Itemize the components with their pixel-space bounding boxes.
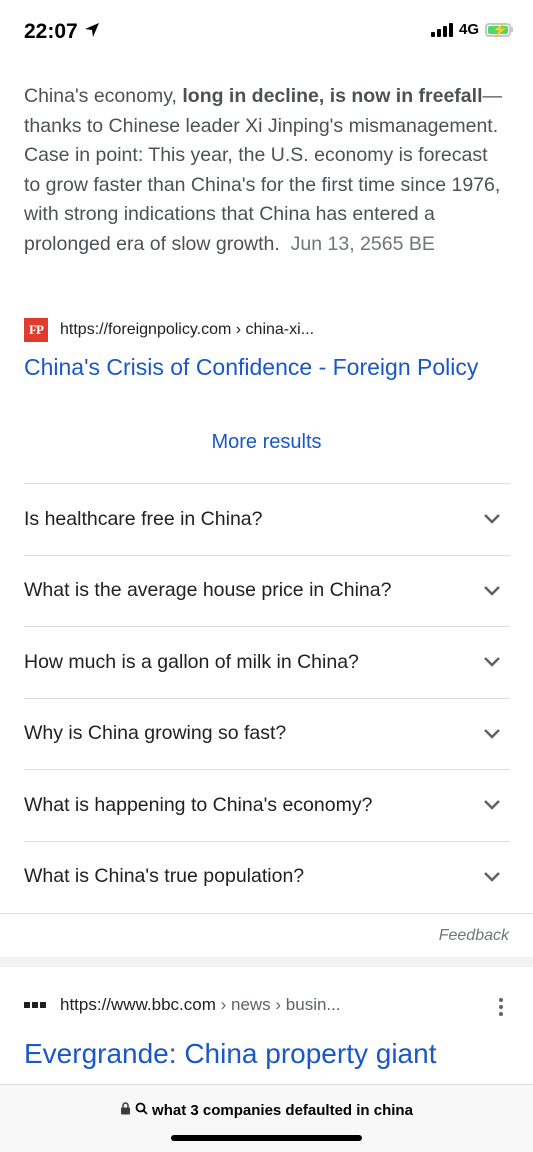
status-time: 22:07 (24, 20, 100, 44)
bbc-favicon (24, 1002, 46, 1008)
result-title-link[interactable]: China's Crisis of Confidence - Foreign P… (24, 354, 478, 381)
faq-question: Is healthcare free in China? (24, 507, 263, 530)
search-icon (135, 1102, 148, 1119)
people-also-ask: Is healthcare free in China? What is the… (24, 483, 510, 912)
section-divider (0, 957, 533, 967)
faq-question: What is China's true population? (24, 865, 305, 888)
faq-question: What is happening to China's economy? (24, 793, 373, 816)
result-url: https://www.bbc.com › news › busin... (60, 995, 341, 1015)
faq-question: How much is a gallon of milk in China? (24, 650, 359, 673)
clock-text: 22:07 (24, 20, 78, 43)
feedback-row: Feedback (0, 913, 533, 957)
faq-item[interactable]: How much is a gallon of milk in China? (24, 626, 510, 698)
chevron-down-icon (482, 509, 502, 529)
result-source[interactable]: https://www.bbc.com › news › busin... (24, 995, 341, 1015)
feedback-link[interactable]: Feedback (439, 927, 509, 945)
result-url-path: › news › busin... (215, 995, 341, 1014)
lock-icon (120, 1102, 131, 1119)
network-type: 4G (458, 21, 479, 38)
snippet-highlight: long in decline, is now in freefall (182, 85, 483, 107)
chevron-down-icon (482, 652, 502, 672)
chevron-down-icon (482, 867, 502, 887)
status-bar: 22:07 4G ⚡ (0, 0, 533, 62)
signal-icon (430, 22, 453, 37)
site-favicon: FP (24, 318, 48, 342)
address-field[interactable]: what 3 companies defaulted in china (0, 1102, 533, 1119)
more-options-icon[interactable] (499, 998, 503, 1016)
faq-item[interactable]: Why is China growing so fast? (24, 697, 510, 770)
chevron-down-icon (482, 795, 502, 815)
featured-snippet: China's economy, long in decline, is now… (24, 82, 504, 260)
snippet-text-start: China's economy, (24, 85, 183, 107)
faq-item[interactable]: What is the average house price in China… (24, 554, 510, 627)
faq-item[interactable]: What is happening to China's economy? (24, 769, 510, 841)
result-title-link[interactable]: Evergrande: China property giant (24, 1038, 436, 1070)
chevron-down-icon (482, 581, 502, 601)
faq-question: Why is China growing so fast? (24, 722, 287, 745)
result-source[interactable]: FP https://foreignpolicy.com › china-xi.… (24, 318, 314, 342)
location-arrow-icon (84, 20, 100, 44)
chevron-down-icon (482, 724, 502, 744)
faq-item[interactable]: What is China's true population? (24, 840, 510, 913)
snippet-date: Jun 13, 2565 BE (290, 232, 435, 255)
result-url-domain: https://www.bbc.com (60, 995, 216, 1014)
home-indicator[interactable] (171, 1135, 362, 1141)
address-query: what 3 companies defaulted in china (152, 1102, 413, 1119)
more-results-link[interactable]: More results (0, 431, 533, 454)
faq-item[interactable]: Is healthcare free in China? (24, 483, 510, 555)
status-indicators: 4G ⚡ (430, 21, 513, 38)
safari-address-bar[interactable]: what 3 companies defaulted in china (0, 1084, 533, 1152)
faq-question: What is the average house price in China… (24, 579, 392, 602)
result-url: https://foreignpolicy.com › china-xi... (60, 321, 315, 338)
battery-icon: ⚡ (485, 22, 513, 37)
snippet-text-end: —thanks to Chinese leader Xi Jinping's m… (24, 85, 502, 255)
